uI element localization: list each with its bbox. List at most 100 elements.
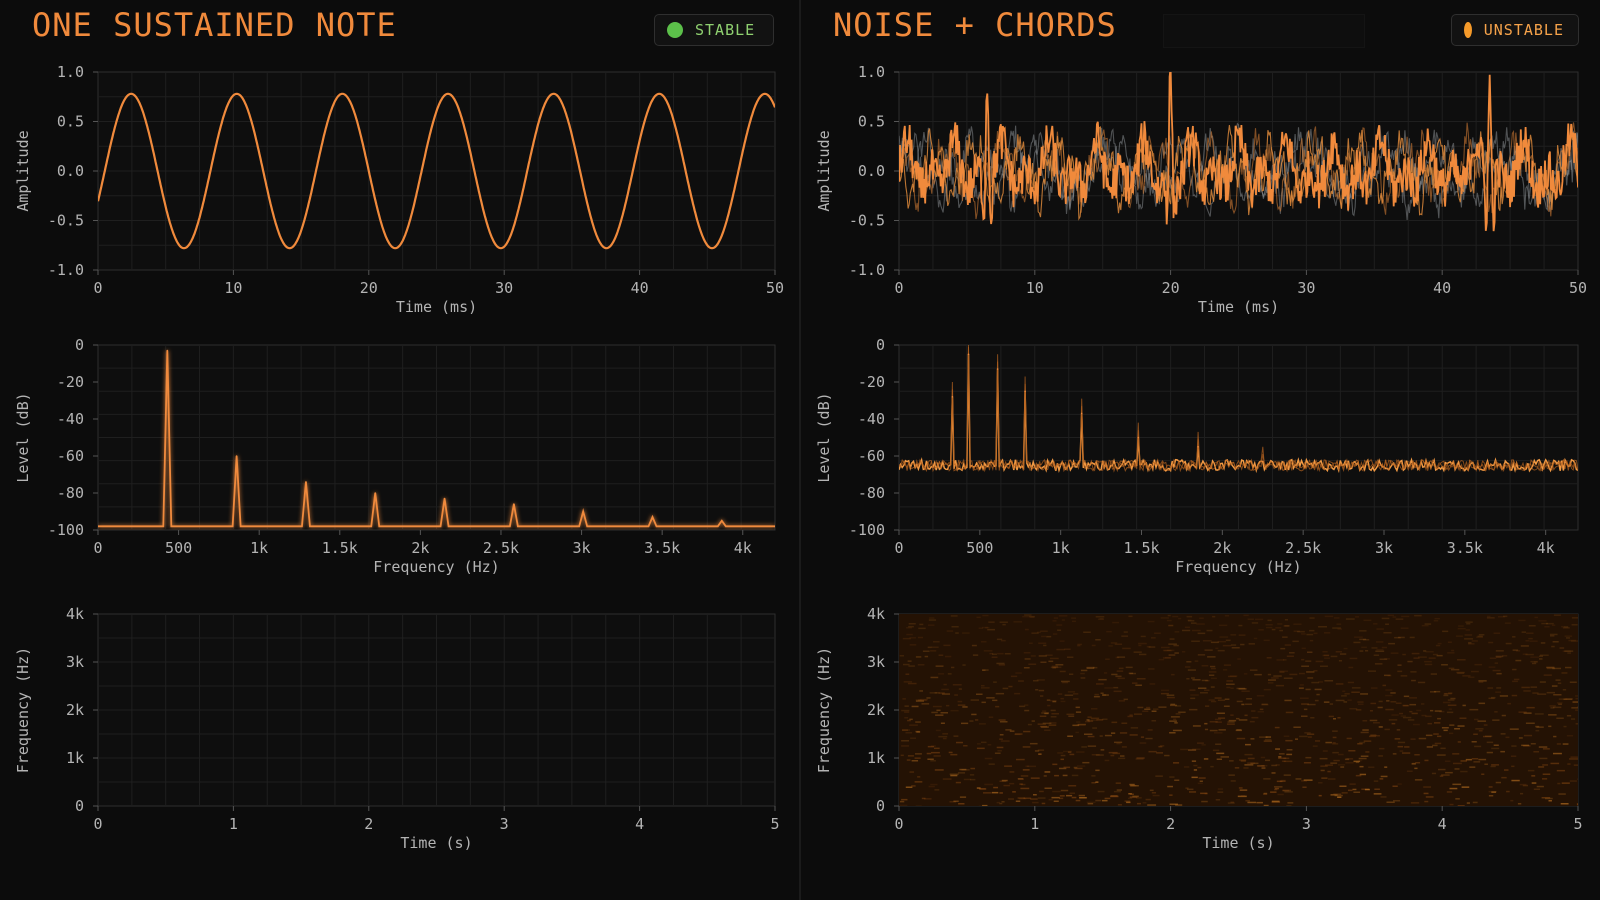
noise-speck xyxy=(1459,717,1467,719)
noise-speck xyxy=(1295,738,1299,740)
noise-speck xyxy=(1359,650,1364,652)
noise-speck xyxy=(1512,636,1516,638)
noise-speck xyxy=(1534,616,1538,619)
noise-speck xyxy=(1330,655,1338,658)
noise-speck xyxy=(1210,667,1216,670)
x-axis-label: Time (ms) xyxy=(1198,298,1279,316)
noise-speck xyxy=(1283,774,1291,776)
noise-speck xyxy=(1539,681,1546,683)
x-tick-label: 50 xyxy=(766,279,784,297)
noise-speck xyxy=(899,655,905,657)
noise-speck xyxy=(1129,714,1133,716)
noise-speck xyxy=(930,760,936,762)
noise-speck xyxy=(1434,617,1440,620)
noise-speck xyxy=(1478,681,1484,683)
noise-speck xyxy=(1046,699,1051,701)
noise-speck xyxy=(1184,626,1190,629)
noise-speck xyxy=(930,650,937,652)
noise-speck xyxy=(1341,792,1348,794)
noise-speck xyxy=(1019,783,1023,785)
noise-speck xyxy=(1134,713,1143,715)
noise-speck xyxy=(983,650,993,652)
noise-speck xyxy=(1385,689,1393,691)
noise-speck xyxy=(1226,680,1234,682)
noise-speck xyxy=(1067,691,1076,693)
noise-speck xyxy=(908,665,915,667)
noise-speck xyxy=(976,693,983,695)
noise-speck xyxy=(1051,713,1059,715)
y-axis-label: Amplitude xyxy=(14,130,32,211)
noise-speck xyxy=(1530,656,1539,658)
noise-speck xyxy=(989,652,994,655)
harmonic-peak xyxy=(651,516,654,518)
noise-speck xyxy=(1263,778,1271,780)
noise-speck xyxy=(1200,692,1208,694)
noise-speck xyxy=(1392,785,1398,787)
noise-speck xyxy=(949,773,959,775)
noise-speck xyxy=(917,664,925,666)
harmonic-peak xyxy=(374,492,377,494)
noise-speck xyxy=(1504,769,1509,771)
noise-speck xyxy=(1236,729,1242,731)
noise-speck xyxy=(931,711,938,714)
noise-speck xyxy=(1136,678,1146,680)
noise-speck xyxy=(999,792,1003,794)
noise-speck xyxy=(1111,673,1118,676)
noise-speck xyxy=(1418,656,1427,658)
noise-speck xyxy=(1289,652,1295,654)
noise-speck xyxy=(1033,794,1037,796)
noise-speck xyxy=(1147,804,1157,806)
noise-speck xyxy=(1293,726,1301,728)
noise-speck xyxy=(963,778,972,781)
noise-speck xyxy=(1201,679,1208,682)
noise-speck xyxy=(1542,764,1549,766)
y-tick-label: 3k xyxy=(867,653,885,671)
noise-speck xyxy=(1115,675,1122,678)
noise-speck xyxy=(1090,719,1098,721)
noise-speck xyxy=(1062,774,1068,777)
noise-speck xyxy=(1322,750,1328,752)
noise-speck xyxy=(1086,719,1090,721)
x-tick-label: 2.5k xyxy=(483,539,519,557)
noise-speck xyxy=(1219,636,1229,638)
noise-speck xyxy=(1506,790,1510,793)
noise-speck xyxy=(1187,788,1194,791)
noise-speck xyxy=(1051,665,1058,668)
noise-speck xyxy=(1110,754,1115,757)
noise-speck xyxy=(1243,767,1249,769)
noise-speck xyxy=(1491,696,1496,699)
noise-speck xyxy=(1525,722,1535,724)
noise-speck xyxy=(1024,628,1029,631)
noise-speck xyxy=(1496,656,1502,658)
noise-speck xyxy=(1572,701,1578,703)
noise-speck xyxy=(1332,730,1338,732)
noise-speck xyxy=(1493,632,1501,634)
noise-speck xyxy=(1518,619,1526,622)
noise-speck xyxy=(1256,801,1263,804)
noise-speck xyxy=(1451,668,1460,671)
noise-speck xyxy=(1218,717,1226,719)
noise-speck xyxy=(1520,645,1529,647)
noise-speck xyxy=(1414,754,1420,756)
plot-content xyxy=(899,614,1578,806)
noise-speck xyxy=(1379,747,1385,750)
noise-speck xyxy=(1166,696,1175,699)
noise-speck xyxy=(945,655,952,658)
noise-speck xyxy=(1566,637,1570,639)
x-tick-label: 3 xyxy=(1302,815,1311,833)
noise-speck xyxy=(1375,641,1384,643)
noise-speck xyxy=(900,754,904,757)
noise-speck xyxy=(1194,660,1199,662)
noise-speck xyxy=(1458,625,1464,627)
noise-speck xyxy=(1201,800,1208,803)
noise-speck xyxy=(998,664,1006,666)
noise-speck xyxy=(972,654,979,656)
noise-speck xyxy=(1014,692,1021,695)
noise-speck xyxy=(1282,789,1290,792)
noise-speck xyxy=(975,719,979,721)
spectrum-peak xyxy=(1080,412,1083,415)
x-tick-label: 2 xyxy=(1166,815,1175,833)
noise-speck xyxy=(1530,743,1536,745)
noise-speck xyxy=(1352,788,1357,791)
noise-speck xyxy=(946,630,954,632)
